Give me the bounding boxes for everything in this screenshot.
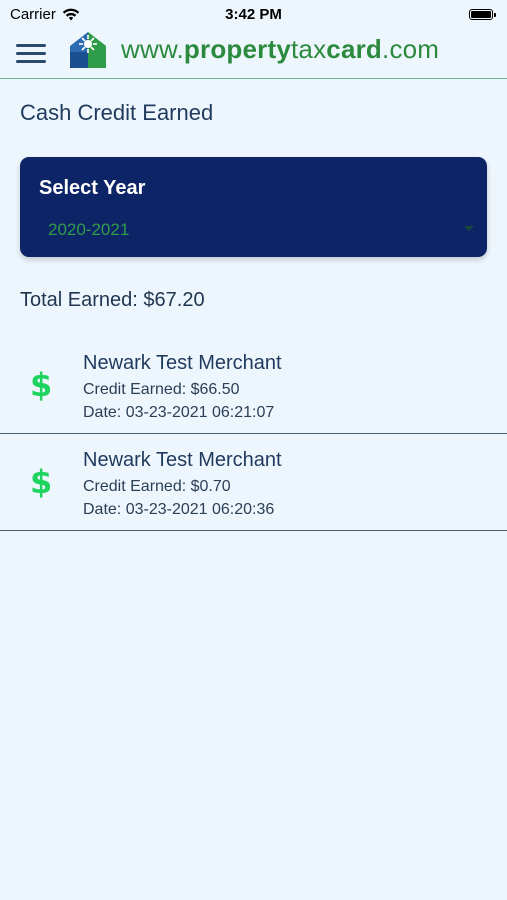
transaction-date: Date: 03-23-2021 06:21:07 xyxy=(83,404,275,421)
dollar-icon: $ xyxy=(30,463,53,501)
page-title: Cash Credit Earned xyxy=(20,100,214,125)
merchant-name: Newark Test Merchant xyxy=(83,449,282,471)
year-selector-label: Select Year xyxy=(39,177,146,199)
year-selector[interactable]: Select Year 2020-2021 xyxy=(20,157,487,257)
transaction-row[interactable]: $ Newark Test Merchant Credit Earned: $0… xyxy=(0,435,507,531)
year-selector-value[interactable]: 2020-2021 xyxy=(48,220,129,240)
brand-bold-property: property xyxy=(183,34,291,64)
status-time: 3:42 PM xyxy=(225,6,282,23)
app-header: www.propertytaxcard.com xyxy=(0,28,507,79)
transaction-date: Date: 03-23-2021 06:20:36 xyxy=(83,501,275,518)
brand-wordmark: www.propertytaxcard.com xyxy=(121,34,439,65)
brand-mid: tax xyxy=(290,34,327,64)
credit-earned: Credit Earned: $0.70 xyxy=(83,478,231,495)
brand-bold-card: card xyxy=(326,34,383,64)
merchant-name: Newark Test Merchant xyxy=(83,352,282,374)
credit-earned: Credit Earned: $66.50 xyxy=(83,381,240,398)
total-earned: Total Earned: $67.20 xyxy=(20,289,205,311)
brand-prefix: www. xyxy=(121,34,184,64)
brand-suffix: .com xyxy=(382,34,440,64)
property-tax-card-logo xyxy=(70,32,106,68)
battery-icon xyxy=(469,8,496,20)
status-bar: Carrier 3:42 PM xyxy=(0,0,507,28)
dropdown-caret-icon[interactable] xyxy=(464,226,474,231)
hamburger-menu-icon[interactable] xyxy=(16,44,46,64)
transaction-row[interactable]: $ Newark Test Merchant Credit Earned: $6… xyxy=(0,338,507,434)
dollar-icon: $ xyxy=(30,366,53,404)
